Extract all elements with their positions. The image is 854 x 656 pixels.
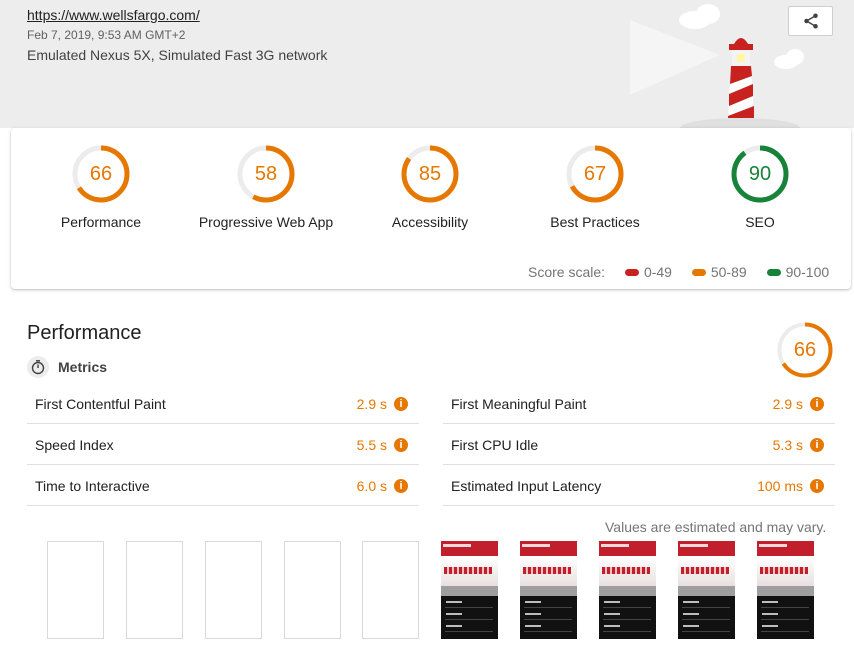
- filmstrip-frame: [362, 541, 419, 639]
- performance-score: 66: [793, 339, 817, 361]
- metric-label: First CPU Idle: [451, 437, 539, 453]
- environment-info: Emulated Nexus 5X, Simulated Fast 3G net…: [27, 47, 328, 63]
- gauge-score: 90: [748, 163, 772, 185]
- filmstrip-frame: [205, 541, 262, 639]
- scale-range-label: 0-49: [643, 264, 672, 280]
- gauge-score: 66: [89, 163, 113, 185]
- scale-range-label: 90-100: [785, 264, 830, 280]
- gauge-label: Best Practices: [550, 214, 640, 230]
- gauge-score: 67: [583, 163, 607, 185]
- metrics-label: Metrics: [58, 359, 108, 375]
- metric-label: Speed Index: [35, 437, 114, 453]
- estimate-note: Values are estimated and may vary.: [605, 519, 827, 535]
- metric-row[interactable]: Estimated Input Latency 100 ms i: [443, 465, 835, 506]
- info-icon[interactable]: i: [810, 397, 824, 411]
- info-icon[interactable]: i: [394, 397, 408, 411]
- score-scale-legend: Score scale: 0-49 50-89 90-100: [528, 264, 829, 280]
- average-swatch: [691, 268, 706, 276]
- pass-swatch: [766, 268, 781, 276]
- timer-icon: [27, 356, 49, 378]
- filmstrip-frame: [520, 541, 577, 639]
- gauge-label: Performance: [60, 214, 142, 230]
- filmstrip-frame: [757, 541, 814, 639]
- scale-range-label: 50-89: [710, 264, 747, 280]
- metric-row[interactable]: Time to Interactive 6.0 s i: [27, 465, 419, 506]
- filmstrip-frame: [678, 541, 735, 639]
- info-icon[interactable]: i: [810, 479, 824, 493]
- scale-range-average: 50-89: [691, 264, 747, 280]
- gauge-label: Progressive Web App: [198, 214, 334, 230]
- metric-row[interactable]: Speed Index 5.5 s i: [27, 424, 419, 465]
- metric-value: 100 ms: [757, 478, 803, 494]
- page-url[interactable]: https://www.wellsfargo.com/: [27, 7, 200, 23]
- gauge-seo[interactable]: 90 SEO: [685, 144, 835, 230]
- filmstrip-frame: [441, 541, 498, 639]
- report-timestamp: Feb 7, 2019, 9:53 AM GMT+2: [27, 28, 186, 42]
- metric-row[interactable]: First CPU Idle 5.3 s i: [443, 424, 835, 465]
- metric-row[interactable]: First Meaningful Paint 2.9 s i: [443, 383, 835, 424]
- metric-value: 2.9 s: [772, 396, 803, 412]
- fail-swatch: [624, 268, 639, 276]
- metric-row[interactable]: First Contentful Paint 2.9 s i: [27, 383, 419, 424]
- metric-label: First Contentful Paint: [35, 396, 166, 412]
- metric-label: Time to Interactive: [35, 478, 150, 494]
- filmstrip-frame: [599, 541, 656, 639]
- filmstrip-frame: [126, 541, 183, 639]
- gauge-accessibility[interactable]: 85 Accessibility: [355, 144, 505, 230]
- scale-range-pass: 90-100: [766, 264, 830, 280]
- lighthouse-illustration: [630, 4, 804, 128]
- gauge-score: 85: [418, 163, 442, 185]
- score-scale-label: Score scale:: [528, 264, 606, 280]
- gauge-pwa[interactable]: 58 Progressive Web App: [191, 144, 341, 230]
- gauge-best-practices[interactable]: 67 Best Practices: [520, 144, 670, 230]
- gauge-label: Accessibility: [391, 214, 469, 230]
- performance-section-title: Performance: [27, 322, 142, 344]
- metric-value: 2.9 s: [356, 396, 387, 412]
- gauge-performance[interactable]: 66 Performance: [26, 144, 176, 230]
- info-icon[interactable]: i: [394, 438, 408, 452]
- metric-label: First Meaningful Paint: [451, 396, 587, 412]
- metric-value: 5.5 s: [356, 437, 387, 453]
- info-icon[interactable]: i: [810, 438, 824, 452]
- filmstrip-frame: [47, 541, 104, 639]
- scale-range-fail: 0-49: [624, 264, 672, 280]
- gauge-score: 58: [254, 163, 278, 185]
- metric-label: Estimated Input Latency: [451, 478, 602, 494]
- info-icon[interactable]: i: [394, 479, 408, 493]
- performance-score-gauge: 66: [776, 321, 834, 379]
- gauge-label: SEO: [745, 214, 775, 230]
- metric-value: 5.3 s: [772, 437, 803, 453]
- filmstrip-frame: [284, 541, 341, 639]
- metric-value: 6.0 s: [356, 478, 387, 494]
